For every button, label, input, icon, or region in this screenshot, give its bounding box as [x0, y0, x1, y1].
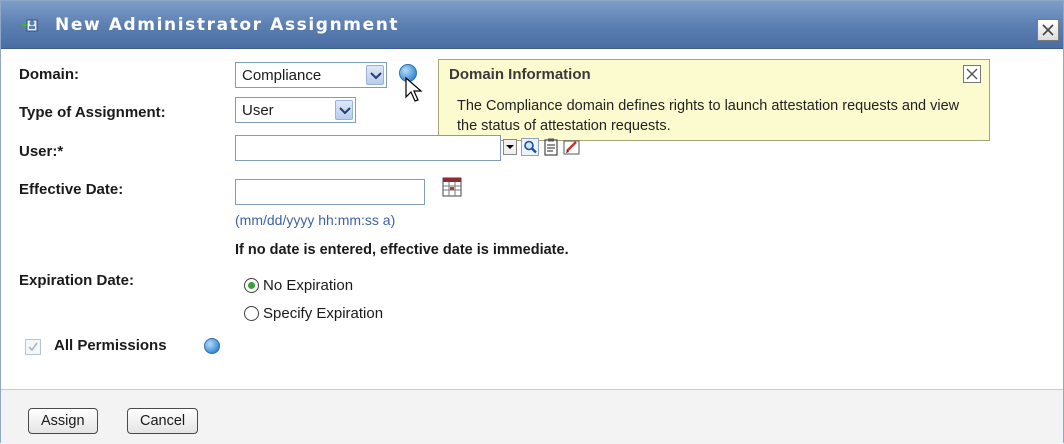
user-search-button[interactable]	[521, 138, 539, 156]
clipboard-icon	[544, 138, 558, 156]
assignment-type-label: Type of Assignment:	[19, 104, 166, 121]
assignment-type-select[interactable]: User	[235, 97, 356, 123]
close-icon	[1042, 24, 1054, 36]
edit-icon	[563, 140, 580, 155]
all-permissions-checkbox[interactable]	[25, 339, 41, 355]
specify-expiration-label: Specify Expiration	[263, 305, 384, 322]
assign-button[interactable]: Assign	[28, 408, 98, 434]
effective-date-calendar-button[interactable]	[442, 177, 462, 197]
user-dropdown-button[interactable]	[503, 139, 521, 157]
calendar-icon	[442, 177, 462, 197]
user-label: User:*	[19, 143, 64, 160]
title-bar: New Administrator Assignment	[1, 1, 1063, 49]
tooltip-close-button[interactable]	[963, 65, 981, 83]
effective-date-note: If no date is entered, effective date is…	[235, 242, 569, 258]
assignment-type-value: User	[242, 102, 274, 119]
cancel-button[interactable]: Cancel	[127, 408, 199, 434]
expiration-date-label: Expiration Date:	[19, 272, 135, 289]
effective-date-field[interactable]	[235, 179, 425, 205]
close-icon	[966, 68, 978, 80]
date-format-hint: (mm/dd/yyyy hh:mm:ss a)	[235, 212, 396, 228]
tooltip-title: Domain Information	[449, 66, 591, 83]
specify-expiration-radio[interactable]	[244, 306, 259, 321]
user-field[interactable]	[235, 135, 501, 161]
search-icon	[521, 138, 539, 156]
user-reset-button[interactable]	[563, 138, 581, 156]
specify-expiration-option[interactable]: Specify Expiration	[244, 305, 383, 322]
chevron-down-icon	[503, 139, 517, 155]
admin-assignment-icon	[21, 15, 41, 35]
dialog-footer: Assign Cancel	[1, 389, 1063, 444]
dialog-title: New Administrator Assignment	[55, 15, 400, 35]
all-permissions-info-icon[interactable]	[204, 338, 220, 354]
no-expiration-label: No Expiration	[263, 277, 354, 294]
no-expiration-option[interactable]: No Expiration	[244, 277, 353, 294]
dialog-close-button[interactable]	[1037, 19, 1059, 41]
domain-information-tooltip: Domain Information The Compliance domain…	[438, 59, 990, 141]
domain-select[interactable]: Compliance	[235, 62, 387, 88]
tooltip-body: The Compliance domain defines rights to …	[457, 98, 960, 134]
effective-date-label: Effective Date:	[19, 181, 124, 198]
no-expiration-radio[interactable]	[244, 278, 259, 293]
chevron-down-icon	[335, 100, 353, 120]
checkmark-icon	[28, 342, 38, 352]
all-permissions-label: All Permissions	[54, 337, 167, 354]
mouse-cursor-icon	[405, 76, 423, 107]
new-administrator-assignment-dialog: New Administrator Assignment Domain: Com…	[0, 0, 1064, 444]
user-history-button[interactable]	[542, 138, 560, 156]
domain-select-value: Compliance	[242, 67, 322, 84]
chevron-down-icon	[366, 65, 384, 85]
domain-label: Domain:	[19, 66, 79, 83]
